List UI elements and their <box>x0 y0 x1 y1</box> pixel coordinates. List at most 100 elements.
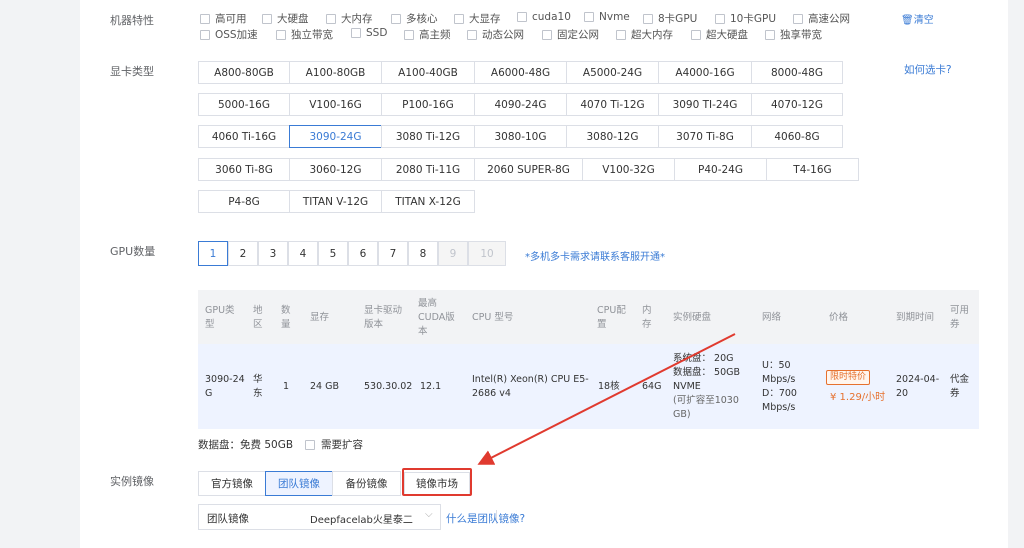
feature-huge-memory[interactable]: 超大内存 <box>616 27 673 42</box>
checkbox[interactable] <box>793 13 803 24</box>
feature-8-gpu[interactable]: 8卡GPU <box>643 11 697 26</box>
feature-oss[interactable]: OSS加速 <box>200 27 258 42</box>
feature-nvme[interactable]: Nvme <box>584 11 630 23</box>
gpu-count-option[interactable]: 4 <box>288 241 318 266</box>
checkbox[interactable] <box>326 13 336 24</box>
td-gpu-type: 3090-24 G <box>205 374 245 399</box>
tab-official-image[interactable]: 官方镜像 <box>198 471 266 496</box>
checkbox[interactable] <box>351 28 361 38</box>
feature-high-availability[interactable]: 高可用 <box>200 11 247 26</box>
checkbox[interactable] <box>542 29 552 40</box>
feature-high-freq[interactable]: 高主频 <box>404 27 451 42</box>
gpu-type-option[interactable]: A100-80GB <box>289 61 382 84</box>
gpu-type-option[interactable]: 4070-12G <box>751 93 843 116</box>
feature-huge-disk[interactable]: 超大硬盘 <box>691 27 748 42</box>
checkbox[interactable] <box>691 29 701 40</box>
feature-exclusive-bandwidth[interactable]: 独享带宽 <box>765 27 822 42</box>
gpu-count-option[interactable]: 5 <box>318 241 348 266</box>
feature-dynamic-ip[interactable]: 动态公网 <box>467 27 524 42</box>
gpu-type-label: 显卡类型 <box>110 65 154 78</box>
checkbox[interactable] <box>616 29 626 40</box>
checkbox[interactable] <box>404 29 414 40</box>
gpu-count-option[interactable]: 7 <box>378 241 408 266</box>
gpu-type-option[interactable]: 3060-12G <box>289 158 382 181</box>
feature-10-gpu[interactable]: 10卡GPU <box>715 11 776 26</box>
clear-filters-button[interactable]: 🗑清空 <box>901 11 934 26</box>
checkbox[interactable] <box>200 29 210 40</box>
checkbox[interactable] <box>262 13 272 24</box>
gpu-type-option[interactable]: 4060 Ti-16G <box>198 125 290 148</box>
chevron-down-icon: ⌵ <box>425 509 433 520</box>
expand-checkbox[interactable] <box>305 439 316 450</box>
feature-cuda10[interactable]: cuda10 <box>517 11 571 23</box>
gpu-type-option[interactable]: A800-80GB <box>198 61 290 84</box>
gpu-count-option[interactable]: 3 <box>258 241 288 266</box>
gpu-type-option[interactable]: A6000-48G <box>474 61 567 84</box>
gpu-type-option[interactable]: P40-24G <box>674 158 767 181</box>
td-disk: 系统盘： 20G 数据盘： 50GB NVME (可扩容至1030 GB) <box>673 353 740 420</box>
gpu-count-label: GPU数量 <box>110 245 156 258</box>
features-label: 机器特性 <box>110 14 154 27</box>
gpu-type-option[interactable]: T4-16G <box>766 158 859 181</box>
gpu-type-option[interactable]: V100-16G <box>289 93 382 116</box>
gpu-count-option[interactable]: 6 <box>348 241 378 266</box>
feature-big-disk[interactable]: 大硬盘 <box>262 11 309 26</box>
checkbox[interactable] <box>454 13 464 24</box>
gpu-type-option[interactable]: 3080 Ti-12G <box>381 125 475 148</box>
gpu-type-option[interactable]: 4060-8G <box>751 125 843 148</box>
feature-ssd[interactable]: SSD <box>351 27 387 39</box>
gpu-type-option[interactable]: TITAN V-12G <box>289 190 382 213</box>
gpu-type-option[interactable]: 3080-10G <box>474 125 567 148</box>
gpu-type-option[interactable]: 8000-48G <box>751 61 843 84</box>
gpu-type-option[interactable]: A4000-16G <box>658 61 752 84</box>
expand-disk-option[interactable]: 需要扩容 <box>305 437 363 452</box>
checkbox[interactable] <box>715 13 725 24</box>
gpu-type-option[interactable]: 4070 Ti-12G <box>566 93 659 116</box>
image-select[interactable]: 团队镜像 Deepfacelab火星泰二 ⌵ <box>198 504 497 530</box>
feature-static-ip[interactable]: 固定公网 <box>542 27 599 42</box>
tab-backup-image[interactable]: 备份镜像 <box>332 471 401 496</box>
tab-team-image[interactable]: 团队镜像 <box>265 471 333 496</box>
gpu-type-option[interactable]: V100-32G <box>582 158 675 181</box>
gpu-type-option[interactable]: 3060 Ti-8G <box>198 158 290 181</box>
checkbox[interactable] <box>765 29 775 40</box>
checkbox[interactable] <box>391 13 401 24</box>
td-cuda: 12.1 <box>420 381 442 392</box>
gpu-type-option[interactable]: P100-16G <box>381 93 475 116</box>
th-expiry: 到期时间 <box>896 312 935 323</box>
feature-big-memory[interactable]: 大内存 <box>326 11 373 26</box>
th-memory: 内存 <box>642 305 652 330</box>
gpu-count-option-selected[interactable]: 1 <box>198 241 228 266</box>
checkbox[interactable] <box>643 13 653 24</box>
feature-big-vram[interactable]: 大显存 <box>454 11 501 26</box>
th-coupon: 可用券 <box>950 305 970 330</box>
checkbox[interactable] <box>517 12 527 22</box>
feature-multi-core[interactable]: 多核心 <box>391 11 438 26</box>
how-to-choose-link[interactable]: 如何选卡? <box>904 62 952 77</box>
th-vram: 显存 <box>310 312 330 323</box>
gpu-type-option[interactable]: A5000-24G <box>566 61 659 84</box>
td-vram: 24 GB <box>310 381 339 392</box>
td-memory: 64G <box>642 381 662 392</box>
gpu-type-option[interactable]: 4090-24G <box>474 93 567 116</box>
gpu-type-option[interactable]: 3070 Ti-8G <box>658 125 752 148</box>
feature-fast-public-net[interactable]: 高速公网 <box>793 11 850 26</box>
gpu-type-option[interactable]: P4-8G <box>198 190 290 213</box>
gpu-count-option[interactable]: 2 <box>228 241 258 266</box>
gpu-type-option[interactable]: A100-40GB <box>381 61 475 84</box>
checkbox[interactable] <box>467 29 477 40</box>
checkbox[interactable] <box>276 29 286 40</box>
gpu-count-option[interactable]: 8 <box>408 241 438 266</box>
gpu-type-option[interactable]: 3090 TI-24G <box>658 93 752 116</box>
th-disk: 实例硬盘 <box>673 312 712 323</box>
gpu-type-option[interactable]: 5000-16G <box>198 93 290 116</box>
gpu-type-option[interactable]: TITAN X-12G <box>381 190 475 213</box>
what-is-team-image-link[interactable]: 什么是团队镜像? <box>446 511 525 526</box>
checkbox[interactable] <box>584 12 594 22</box>
gpu-type-option[interactable]: 2080 Ti-11G <box>381 158 475 181</box>
feature-dedicated-bandwidth[interactable]: 独立带宽 <box>276 27 333 42</box>
checkbox[interactable] <box>200 13 210 24</box>
gpu-type-option[interactable]: 3080-12G <box>566 125 659 148</box>
gpu-type-option-selected[interactable]: 3090-24G <box>289 125 382 148</box>
gpu-type-option[interactable]: 2060 SUPER-8G <box>474 158 583 181</box>
